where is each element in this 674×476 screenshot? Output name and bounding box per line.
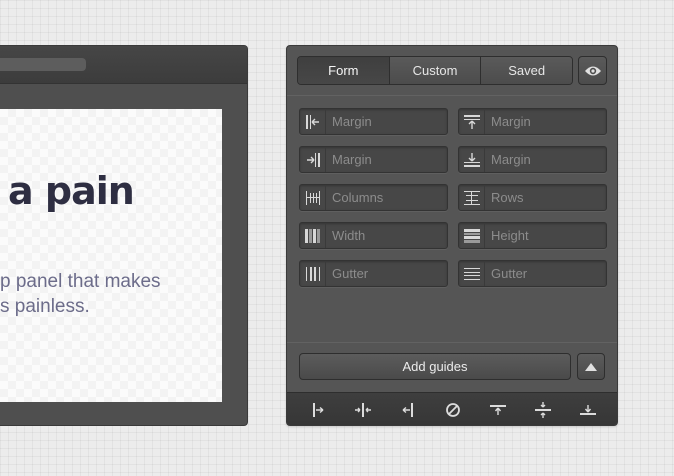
guides-panel: Form Custom Saved Margin Margin Margin M…	[286, 45, 618, 426]
rows-icon	[459, 185, 485, 210]
guide-center-horizontal-button[interactable]	[530, 397, 556, 423]
guide-center-vertical-icon	[354, 403, 372, 417]
divider	[287, 342, 617, 343]
margin-bottom-field[interactable]	[458, 146, 607, 173]
columns-field[interactable]	[299, 184, 448, 211]
column-gutter-field[interactable]	[299, 260, 448, 287]
add-guides-button[interactable]: Add guides	[299, 353, 571, 380]
clear-guides-icon	[445, 402, 461, 418]
margin-top-icon	[459, 109, 485, 134]
page-heading: a pain	[8, 169, 135, 213]
height-field[interactable]	[458, 222, 607, 249]
guide-top-icon	[490, 404, 507, 416]
rows-input[interactable]	[485, 185, 595, 210]
row-gutter-icon	[459, 261, 485, 286]
margin-left-input[interactable]	[326, 109, 436, 134]
margin-top-input[interactable]	[485, 109, 595, 134]
document-window: a pain p panel that makes s painless.	[0, 45, 248, 426]
columns-icon	[300, 185, 326, 210]
guide-top-button[interactable]	[485, 397, 511, 423]
margin-left-field[interactable]	[299, 108, 448, 135]
document-titlebar	[0, 46, 247, 84]
column-width-icon	[300, 223, 326, 248]
margin-top-field[interactable]	[458, 108, 607, 135]
collapse-button[interactable]	[577, 353, 605, 380]
document-page: a pain p panel that makes s painless.	[0, 109, 222, 402]
width-field[interactable]	[299, 222, 448, 249]
triangle-up-icon	[585, 362, 597, 371]
body-line-2: s painless.	[0, 296, 90, 317]
guide-bottom-icon	[580, 404, 597, 416]
margin-left-icon	[300, 109, 326, 134]
column-gutter-input[interactable]	[326, 261, 436, 286]
margin-right-field[interactable]	[299, 146, 448, 173]
tab-saved[interactable]: Saved	[480, 57, 572, 84]
margin-right-icon	[300, 147, 326, 172]
rows-field[interactable]	[458, 184, 607, 211]
tab-bar: Form Custom Saved	[297, 56, 573, 85]
body-line-1: p panel that makes	[0, 271, 161, 292]
row-gutter-field[interactable]	[458, 260, 607, 287]
row-height-icon	[459, 223, 485, 248]
tab-custom[interactable]: Custom	[388, 57, 481, 84]
margin-bottom-input[interactable]	[485, 147, 595, 172]
eye-icon	[584, 65, 602, 77]
width-input[interactable]	[326, 223, 436, 248]
guide-bottom-button[interactable]	[575, 397, 601, 423]
guide-center-vertical-button[interactable]	[350, 397, 376, 423]
toggle-visibility-button[interactable]	[578, 56, 607, 85]
tab-form[interactable]: Form	[298, 57, 389, 84]
columns-input[interactable]	[326, 185, 436, 210]
clear-guides-button[interactable]	[440, 397, 466, 423]
guide-left-button[interactable]	[305, 397, 331, 423]
height-input[interactable]	[485, 223, 595, 248]
page-body-text: p panel that makes s painless.	[0, 269, 161, 319]
margin-right-input[interactable]	[326, 147, 436, 172]
guide-center-horizontal-icon	[535, 401, 552, 419]
margin-bottom-icon	[459, 147, 485, 172]
divider	[287, 95, 617, 96]
row-gutter-input[interactable]	[485, 261, 595, 286]
guide-left-icon	[311, 403, 325, 417]
guide-right-icon	[401, 403, 415, 417]
guide-right-button[interactable]	[395, 397, 421, 423]
address-bar[interactable]	[0, 58, 86, 71]
column-gutter-icon	[300, 261, 326, 286]
guide-toolbar	[287, 392, 617, 425]
